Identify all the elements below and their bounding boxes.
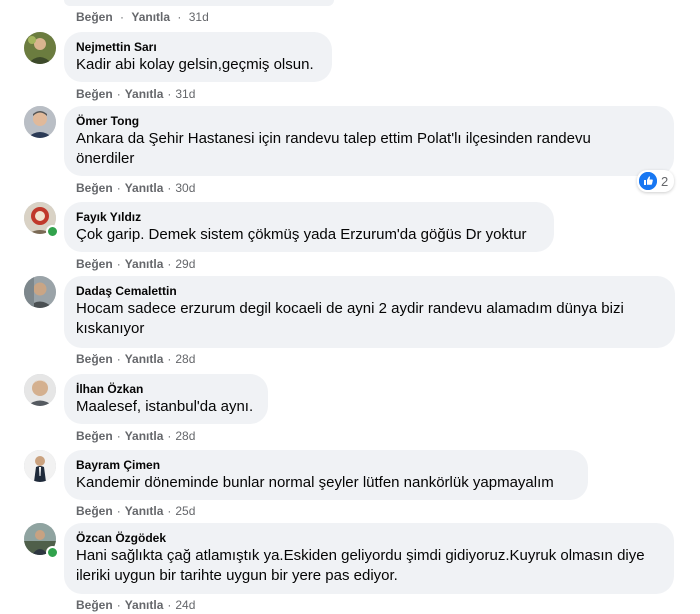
reply-button[interactable]: Yanıtla <box>125 87 164 101</box>
reply-button[interactable]: Yanıtla <box>125 352 164 366</box>
comment-bubble: Fayık Yıldız Çok garip. Demek sistem çök… <box>64 202 554 252</box>
comment-time[interactable]: 28d <box>175 352 195 366</box>
comment-text: Çok garip. Demek sistem çökmüş yada Erzu… <box>76 226 527 243</box>
avatar[interactable] <box>24 276 56 308</box>
comment-author[interactable]: Fayık Yıldız <box>76 209 542 225</box>
avatar[interactable] <box>24 374 56 406</box>
like-button[interactable]: Beğen <box>76 352 113 366</box>
separator: · <box>167 504 172 518</box>
comment-time[interactable]: 28d <box>175 429 195 443</box>
comment-actions: Beğen · Yanıtla · 28d <box>76 429 195 443</box>
avatar[interactable] <box>24 450 56 482</box>
separator: · <box>116 598 121 612</box>
comment-time[interactable]: 31d <box>175 87 195 101</box>
avatar[interactable] <box>24 106 56 138</box>
online-status-indicator <box>46 546 59 559</box>
comment-actions: Beğen · Yanıtla · 31d <box>76 87 195 101</box>
comment-time[interactable]: 29d <box>175 257 195 271</box>
previous-comment-actions: Beğen · Yanıtla · 31d <box>76 10 209 24</box>
like-button[interactable]: Beğen <box>76 504 113 518</box>
avatar-image <box>24 374 56 406</box>
reply-button[interactable]: Yanıtla <box>125 429 164 443</box>
comment-bubble: Dadaş Cemalettin Hocam sadece erzurum de… <box>64 276 675 348</box>
comment-time[interactable]: 31d <box>189 10 209 24</box>
separator: · <box>116 429 121 443</box>
reply-button[interactable]: Yanıtla <box>125 181 164 195</box>
comment-time[interactable]: 25d <box>175 504 195 518</box>
like-button[interactable]: Beğen <box>76 10 113 24</box>
separator: · <box>116 181 121 195</box>
avatar-image <box>24 450 56 482</box>
reply-button[interactable]: Yanıtla <box>125 598 164 612</box>
avatar[interactable] <box>24 32 56 64</box>
reply-button[interactable]: Yanıtla <box>125 504 164 518</box>
previous-comment-bubble-edge <box>64 0 334 6</box>
separator: · <box>167 352 172 366</box>
comment-author[interactable]: Ömer Tong <box>76 113 662 129</box>
separator: · <box>116 257 121 271</box>
comment-author[interactable]: Özcan Özgödek <box>76 530 662 546</box>
avatar-image <box>24 106 56 138</box>
comment-actions: Beğen · Yanıtla · 24d <box>76 598 195 612</box>
separator: · <box>120 10 125 24</box>
like-button[interactable]: Beğen <box>76 87 113 101</box>
online-status-indicator <box>46 225 59 238</box>
reply-button[interactable]: Yanıtla <box>125 257 164 271</box>
comment-bubble: Nejmettin Sarı Kadir abi kolay gelsin,ge… <box>64 32 332 82</box>
comment-actions: Beğen · Yanıtla · 29d <box>76 257 195 271</box>
reply-button[interactable]: Yanıtla <box>131 10 170 24</box>
comment-bubble: Ömer Tong Ankara da Şehir Hastanesi için… <box>64 106 674 176</box>
separator: · <box>167 87 172 101</box>
comment-author[interactable]: Nejmettin Sarı <box>76 39 320 55</box>
like-button[interactable]: Beğen <box>76 257 113 271</box>
separator: · <box>167 429 172 443</box>
comment-text: Kadir abi kolay gelsin,geçmiş olsun. <box>76 56 314 73</box>
comment-text: Kandemir döneminde bunlar normal şeyler … <box>76 474 554 491</box>
separator: · <box>116 504 121 518</box>
comment-text: Ankara da Şehir Hastanesi için randevu t… <box>76 130 595 167</box>
separator: · <box>177 10 182 24</box>
comment-bubble: Bayram Çimen Kandemir döneminde bunlar n… <box>64 450 588 500</box>
comment-text: Hocam sadece erzurum degil kocaeli de ay… <box>76 300 628 337</box>
like-button[interactable]: Beğen <box>76 429 113 443</box>
reaction-summary[interactable]: 2 <box>637 170 675 192</box>
comment-text: Hani sağlıkta çağ atlamıştık ya.Eskiden … <box>76 547 649 584</box>
comment-author[interactable]: İlhan Özkan <box>76 381 256 397</box>
comment-bubble: İlhan Özkan Maalesef, istanbul'da aynı. <box>64 374 268 424</box>
reaction-count: 2 <box>661 173 669 189</box>
comment-actions: Beğen · Yanıtla · 28d <box>76 352 195 366</box>
comment-author[interactable]: Bayram Çimen <box>76 457 576 473</box>
avatar-image <box>24 276 56 308</box>
like-button[interactable]: Beğen <box>76 598 113 612</box>
like-button[interactable]: Beğen <box>76 181 113 195</box>
separator: · <box>167 598 172 612</box>
like-reaction-icon <box>639 172 657 190</box>
comment-author[interactable]: Dadaş Cemalettin <box>76 283 663 299</box>
separator: · <box>167 181 172 195</box>
separator: · <box>116 87 121 101</box>
separator: · <box>167 257 172 271</box>
comment-text: Maalesef, istanbul'da aynı. <box>76 398 254 415</box>
comment-time[interactable]: 30d <box>175 181 195 195</box>
avatar-image <box>24 32 56 64</box>
comment-actions: Beğen · Yanıtla · 25d <box>76 504 195 518</box>
comment-time[interactable]: 24d <box>175 598 195 612</box>
comment-bubble: Özcan Özgödek Hani sağlıkta çağ atlamışt… <box>64 523 674 594</box>
comment-actions: Beğen · Yanıtla · 30d <box>76 181 195 195</box>
separator: · <box>116 352 121 366</box>
